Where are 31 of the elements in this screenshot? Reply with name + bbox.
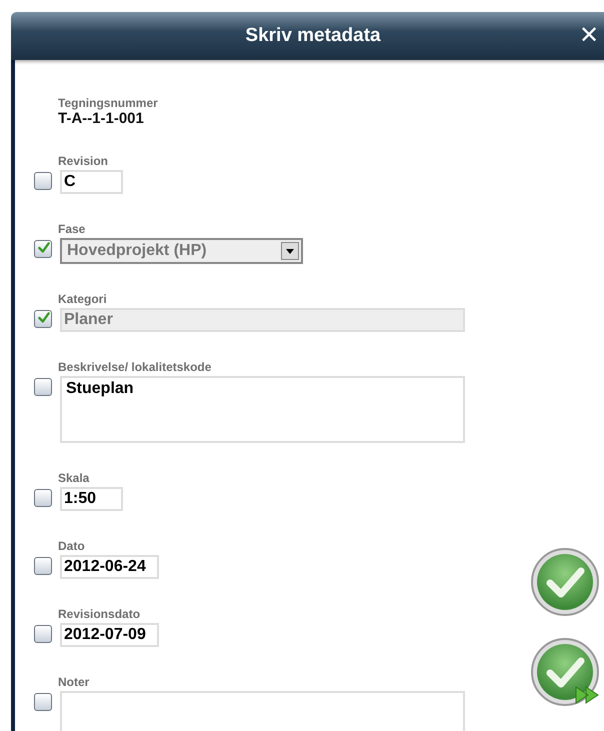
drawing-number: T-A--1-1-001 — [58, 110, 145, 128]
input-field[interactable]: 2012-07-09 — [60, 623, 159, 647]
input-field[interactable]: Planer — [60, 308, 465, 332]
checkbox[interactable] — [34, 625, 52, 643]
checkbox[interactable] — [34, 172, 52, 190]
field-label: Revisionsdato — [58, 607, 140, 621]
input-field[interactable]: 1:50 — [60, 487, 123, 511]
field-label: Dato — [58, 539, 85, 553]
field-label: Kategori — [58, 292, 107, 306]
window-title: Skriv metadata — [245, 25, 381, 47]
close-button[interactable]: ✕ — [575, 21, 604, 49]
checkbox[interactable] — [34, 310, 52, 328]
field-label: Tegningsnummer — [58, 96, 159, 110]
phase-dropdown[interactable]: Hovedprojekt (HP) — [60, 238, 303, 264]
checkbox[interactable] — [34, 240, 52, 258]
input-field[interactable]: 2012-06-24 — [60, 555, 159, 579]
checkbox[interactable] — [34, 693, 52, 711]
text-area[interactable]: Stueplan — [60, 376, 465, 443]
confirm-button[interactable] — [530, 547, 602, 617]
field-label: Beskrivelse/ lokalitetskode — [58, 360, 212, 374]
checkmark-icon — [530, 547, 600, 617]
checkbox[interactable] — [34, 557, 52, 575]
confirm-next-button[interactable] — [530, 637, 602, 707]
checkmark-forward-icon — [530, 637, 602, 707]
input-field[interactable]: C — [60, 170, 123, 194]
field-label: Revision — [58, 154, 108, 168]
field-label: Noter — [58, 675, 90, 689]
field-label: Fase — [58, 222, 86, 236]
checkbox[interactable] — [34, 378, 52, 396]
checkbox[interactable] — [34, 489, 52, 507]
field-label: Skala — [58, 471, 90, 485]
